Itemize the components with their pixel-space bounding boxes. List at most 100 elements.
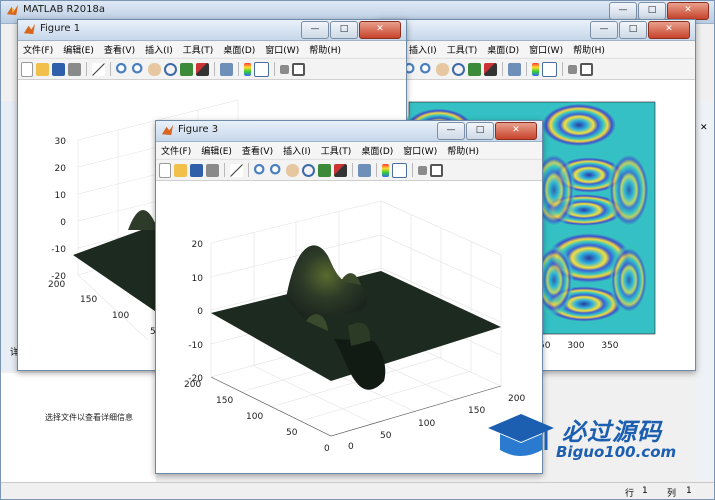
figure3-menu-insert[interactable]: 插入(I) — [278, 144, 316, 157]
figure3-menu-help[interactable]: 帮助(H) — [442, 144, 484, 157]
figure1-maximize-button[interactable]: □ — [330, 21, 358, 39]
figure3-colorbar-icon[interactable] — [382, 163, 389, 177]
figure1-menu-help[interactable]: 帮助(H) — [304, 43, 346, 56]
figure1-print-icon[interactable] — [68, 62, 81, 76]
figure2-menu-tools[interactable]: 工具(T) — [442, 43, 483, 56]
figure1-y-tick-2: 150 — [80, 295, 97, 305]
figure2-minimize-button[interactable]: — — [590, 21, 618, 39]
figure1-open-icon[interactable] — [36, 62, 49, 76]
figure2-hide-tools-icon[interactable] — [568, 64, 577, 74]
figure3-menu-file[interactable]: 文件(F) — [156, 144, 196, 157]
figure3-z-tick-4: -10 — [188, 341, 203, 351]
figure2-maximize-button[interactable]: □ — [619, 21, 647, 39]
figure3-titlebar[interactable]: Figure 3 — □ ✕ — [156, 121, 542, 142]
figure3-datatip-icon[interactable] — [318, 163, 331, 177]
figure1-menu-desktop[interactable]: 桌面(D) — [218, 43, 260, 56]
figure1-legend-icon[interactable] — [254, 61, 269, 77]
figure1-rotate-icon[interactable] — [164, 62, 177, 76]
figure3-y-tick-3: 100 — [246, 412, 263, 422]
figure3-print-icon[interactable] — [206, 163, 219, 177]
figure2-titlebar[interactable]: — □ ✕ — [379, 20, 695, 41]
figure1-menu-view[interactable]: 查看(V) — [99, 43, 140, 56]
figure3-menu-view[interactable]: 查看(V) — [237, 144, 278, 157]
figure3-save-icon[interactable] — [190, 163, 203, 177]
figure1-menu-file[interactable]: 文件(F) — [18, 43, 58, 56]
figure1-zoom-out-icon[interactable] — [132, 62, 145, 76]
maximize-button[interactable]: □ — [638, 2, 666, 20]
figure1-menu-window[interactable]: 窗口(W) — [260, 43, 304, 56]
figure1-save-icon[interactable] — [52, 62, 65, 76]
figure1-show-tools-icon[interactable] — [292, 62, 305, 76]
figure3-link-icon[interactable] — [358, 163, 371, 177]
figure1-z-tick-2: 20 — [55, 164, 67, 174]
right-panel-close-icon[interactable]: ✕ — [700, 123, 708, 133]
figure3-pointer-icon[interactable] — [230, 163, 243, 177]
figure1-menu-insert[interactable]: 插入(I) — [140, 43, 178, 56]
minimize-button[interactable]: — — [609, 2, 637, 20]
figure2-legend-icon[interactable] — [542, 61, 557, 77]
figure1-brush-icon[interactable] — [196, 62, 209, 76]
figure1-pan-icon[interactable] — [148, 62, 161, 76]
figure3-menu-edit[interactable]: 编辑(E) — [196, 144, 237, 157]
figure3-y-tick-5: 0 — [324, 444, 330, 454]
figure3-window-controls: — □ ✕ — [437, 122, 537, 140]
figure3-x-tick-2: 50 — [380, 431, 392, 441]
figure3-show-tools-icon[interactable] — [430, 163, 443, 177]
figure3-close-button[interactable]: ✕ — [495, 122, 537, 140]
figure3-title: Figure 3 — [178, 124, 219, 135]
figure2-toolbar — [379, 58, 695, 80]
figure1-pointer-icon[interactable] — [92, 62, 105, 76]
figure2-close-button[interactable]: ✕ — [648, 21, 690, 39]
figure2-menu-insert[interactable]: 插入(I) — [404, 43, 442, 56]
figure3-rotate-icon[interactable] — [302, 163, 315, 177]
figure1-link-icon[interactable] — [220, 62, 233, 76]
figure1-hide-tools-icon[interactable] — [280, 64, 289, 74]
figure3-z-tick-1: 20 — [192, 240, 204, 250]
figure-icon — [23, 23, 36, 35]
figure2-link-icon[interactable] — [508, 62, 521, 76]
figure2-menu-desktop[interactable]: 桌面(D) — [482, 43, 524, 56]
figure3-menu-window[interactable]: 窗口(W) — [398, 144, 442, 157]
figure3-menu-desktop[interactable]: 桌面(D) — [356, 144, 398, 157]
figure3-zoom-out-icon[interactable] — [270, 163, 283, 177]
figure3-legend-icon[interactable] — [392, 162, 407, 178]
figure2-colorbar-icon[interactable] — [532, 62, 539, 76]
figure2-brush-icon[interactable] — [484, 62, 497, 76]
figure3-open-icon[interactable] — [174, 163, 187, 177]
figure2-datatip-icon[interactable] — [468, 62, 481, 76]
close-button[interactable]: ✕ — [667, 2, 709, 20]
main-window-title: MATLAB R2018a — [23, 4, 106, 15]
figure3-toolbar-separator-3 — [352, 163, 353, 177]
figure1-close-button[interactable]: ✕ — [359, 21, 401, 39]
figure3-toolbar-separator-4 — [376, 163, 377, 177]
details-text: 选择文件以查看详细信息 — [45, 413, 133, 422]
figure2-menu-window[interactable]: 窗口(W) — [524, 43, 568, 56]
figure3-maximize-button[interactable]: □ — [466, 122, 494, 140]
watermark-logo-icon — [488, 414, 554, 456]
figure3-zoom-in-icon[interactable] — [254, 163, 267, 177]
figure3-minimize-button[interactable]: — — [437, 122, 465, 140]
figure2-show-tools-icon[interactable] — [580, 62, 593, 76]
figure2-pan-icon[interactable] — [436, 62, 449, 76]
details-panel — [1, 373, 156, 483]
figure1-minimize-button[interactable]: — — [301, 21, 329, 39]
figure1-datatip-icon[interactable] — [180, 62, 193, 76]
status-row-label: 行 — [625, 489, 635, 499]
figure2-rotate-icon[interactable] — [452, 62, 465, 76]
figure2-zoom-out-icon[interactable] — [420, 62, 433, 76]
figure1-zoom-in-icon[interactable] — [116, 62, 129, 76]
figure3-hide-tools-icon[interactable] — [418, 165, 427, 175]
figure1-menu-tools[interactable]: 工具(T) — [178, 43, 219, 56]
figure1-titlebar[interactable]: Figure 1 — □ ✕ — [18, 20, 406, 41]
figure3-menu-tools[interactable]: 工具(T) — [316, 144, 357, 157]
figure1-colorbar-icon[interactable] — [244, 62, 251, 76]
figure2-menubar: 插入(I) 工具(T) 桌面(D) 窗口(W) 帮助(H) — [379, 41, 695, 57]
figure3-brush-icon[interactable] — [334, 163, 347, 177]
figure1-new-icon[interactable] — [21, 61, 33, 77]
figure3-pan-icon[interactable] — [286, 163, 299, 177]
figure1-z-tick-3: 10 — [55, 191, 67, 201]
figure1-menu-edit[interactable]: 编辑(E) — [58, 43, 99, 56]
figure2-menu-help[interactable]: 帮助(H) — [568, 43, 610, 56]
figure3-new-icon[interactable] — [159, 162, 171, 178]
figure3-y-tick-2: 150 — [216, 396, 233, 406]
